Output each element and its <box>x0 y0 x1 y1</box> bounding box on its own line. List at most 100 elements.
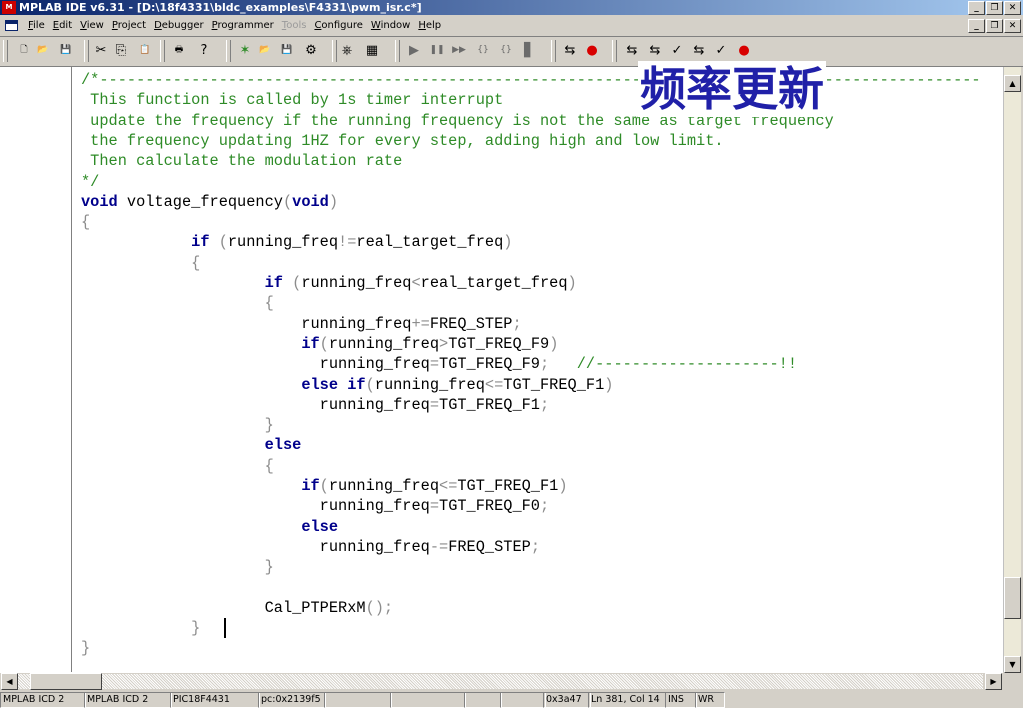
code-token: ( <box>282 192 293 211</box>
vertical-scrollbar[interactable]: ▲ ▼ <box>1003 67 1021 673</box>
code-line[interactable]: } <box>81 618 200 638</box>
code-line[interactable]: if(running_freq>TGT_FREQ_F9) <box>81 334 558 354</box>
code-line[interactable]: { <box>81 293 274 313</box>
code-line[interactable]: Then calculate the modulation rate <box>81 151 402 171</box>
toolbar-grip[interactable] <box>395 40 400 62</box>
minimize-button[interactable]: _ <box>968 1 985 15</box>
toolbar-grip[interactable] <box>84 40 89 62</box>
blank-check-icon[interactable]: ✓ <box>712 41 730 60</box>
code-line[interactable]: if(running_freq<=TGT_FREQ_F1) <box>81 476 567 496</box>
open-file-icon[interactable]: 📂 <box>34 41 52 60</box>
save-icon[interactable]: 💾 <box>57 41 75 60</box>
code-line[interactable]: running_freq-=FREQ_STEP; <box>81 537 540 557</box>
horizontal-scrollbar[interactable]: ◀ ▶ <box>0 672 1003 690</box>
code-line[interactable]: running_freq=TGT_FREQ_F1; <box>81 395 550 415</box>
toolbar-grip[interactable] <box>551 40 556 62</box>
menu-debugger[interactable]: Debugger <box>150 16 208 36</box>
code-line[interactable]: else if(running_freq<=TGT_FREQ_F1) <box>81 375 613 395</box>
animate-icon[interactable]: ▶▶ <box>450 41 468 60</box>
menu-help[interactable]: Help <box>414 16 445 36</box>
code-line[interactable]: else <box>81 435 302 455</box>
code-line[interactable]: */ <box>81 172 99 192</box>
toolbar-grip[interactable] <box>160 40 165 62</box>
code-line[interactable]: { <box>81 212 90 232</box>
code-token: real_target_freq <box>420 274 568 292</box>
build-icon[interactable]: ⎈ <box>338 41 356 60</box>
code-line[interactable]: running_freq=TGT_FREQ_F9; //------------… <box>81 354 797 374</box>
open-project-icon[interactable]: 📂 <box>256 41 274 60</box>
code-line[interactable]: if (running_freq<real_target_freq) <box>81 273 577 293</box>
code-area[interactable]: /*--------------------------------------… <box>81 67 1001 672</box>
code-line[interactable]: { <box>81 456 274 476</box>
run-icon[interactable]: ▶ <box>405 41 423 60</box>
scroll-down-button[interactable]: ▼ <box>1004 656 1021 673</box>
menu-edit[interactable]: Edit <box>49 16 76 36</box>
menu-configure[interactable]: Configure <box>310 16 366 36</box>
code-line[interactable]: This function is called by 1s timer inte… <box>81 90 503 110</box>
debugger-settings-icon[interactable]: ● <box>583 41 601 60</box>
code-token: } <box>81 558 274 577</box>
document-close-button[interactable]: ✕ <box>1004 19 1021 33</box>
restore-button[interactable]: ❐ <box>986 1 1003 15</box>
toolbar-grip[interactable] <box>612 40 617 62</box>
code-line[interactable]: } <box>81 415 274 435</box>
code-line[interactable]: } <box>81 638 90 658</box>
erase-icon[interactable]: ⇆ <box>690 41 708 60</box>
new-project-icon[interactable]: ✶ <box>236 41 254 60</box>
scroll-up-button[interactable]: ▲ <box>1004 75 1021 92</box>
scroll-left-button[interactable]: ◀ <box>1 673 18 690</box>
document-minimize-button[interactable]: _ <box>968 19 985 33</box>
programmer-settings-icon[interactable]: ● <box>735 41 753 60</box>
verify-icon[interactable]: ✓ <box>668 41 686 60</box>
toolbar-grip[interactable] <box>226 40 231 62</box>
program-icon[interactable]: ⇆ <box>623 41 641 60</box>
code-token: ; <box>540 497 550 516</box>
horizontal-scroll-thumb[interactable] <box>30 673 102 690</box>
code-line[interactable]: if (running_freq!=real_target_freq) <box>81 232 512 252</box>
save-project-icon[interactable]: 💾 <box>278 41 296 60</box>
code-line[interactable]: Cal_PTPERxM(); <box>81 598 394 618</box>
menu-view[interactable]: View <box>76 16 108 36</box>
line-gutter[interactable] <box>0 67 72 672</box>
read-icon[interactable]: ⇆ <box>646 41 664 60</box>
code-token: running_freq <box>81 497 430 516</box>
help-icon[interactable]: ? <box>195 41 213 60</box>
build-all-icon[interactable]: ▦ <box>363 41 381 60</box>
menu-project[interactable]: Project <box>108 16 150 36</box>
vertical-scroll-thumb[interactable] <box>1004 577 1021 619</box>
reset-icon[interactable]: ▋ <box>520 41 538 60</box>
paste-icon[interactable]: 📋 <box>136 41 154 60</box>
code-line[interactable]: } <box>81 557 274 577</box>
menu-file[interactable]: File <box>24 16 49 36</box>
code-editor[interactable]: /*--------------------------------------… <box>0 61 1003 672</box>
cut-icon[interactable]: ✂ <box>92 41 110 60</box>
menu-window[interactable]: Window <box>367 16 414 36</box>
toolbar-grip[interactable] <box>332 40 337 62</box>
print-icon[interactable]: 🖶 <box>170 41 188 60</box>
menu-bar: File Edit View Project Debugger Programmer Too… <box>0 16 1023 37</box>
scroll-right-button[interactable]: ▶ <box>985 673 1002 690</box>
code-line[interactable]: the frequency updating 1HZ for every ste… <box>81 131 723 151</box>
toolbar-grip[interactable] <box>3 40 8 62</box>
mplab-app-icon[interactable]: M <box>2 1 16 14</box>
code-line[interactable]: void voltage_frequency(void) <box>81 192 338 212</box>
menu-programmer[interactable]: Programmer <box>208 16 278 36</box>
halt-icon[interactable]: ❚❚ <box>428 41 446 60</box>
document-window-icon[interactable] <box>5 20 18 31</box>
code-line[interactable]: else <box>81 517 338 537</box>
code-token: ; <box>530 537 540 556</box>
step-over-icon[interactable]: {} <box>497 41 515 60</box>
copy-icon[interactable]: ⎘ <box>112 41 130 60</box>
code-line[interactable]: { <box>81 253 200 273</box>
document-restore-button[interactable]: ❐ <box>986 19 1003 33</box>
code-line[interactable]: running_freq+=FREQ_STEP; <box>81 314 521 334</box>
project-wizard-icon[interactable]: ⚙ <box>302 41 320 60</box>
new-file-icon[interactable]: 🗋 <box>15 41 33 60</box>
close-button[interactable]: ✕ <box>1004 1 1021 15</box>
horizontal-scroll-track[interactable] <box>18 674 983 689</box>
step-into-icon[interactable]: {} <box>474 41 492 60</box>
debugger-connect-icon[interactable]: ⇆ <box>561 41 579 60</box>
code-line[interactable]: running_freq=TGT_FREQ_F0; <box>81 496 550 516</box>
code-line[interactable]: /*--------------------------------------… <box>81 70 981 90</box>
menu-tools[interactable]: Tools <box>278 16 311 36</box>
